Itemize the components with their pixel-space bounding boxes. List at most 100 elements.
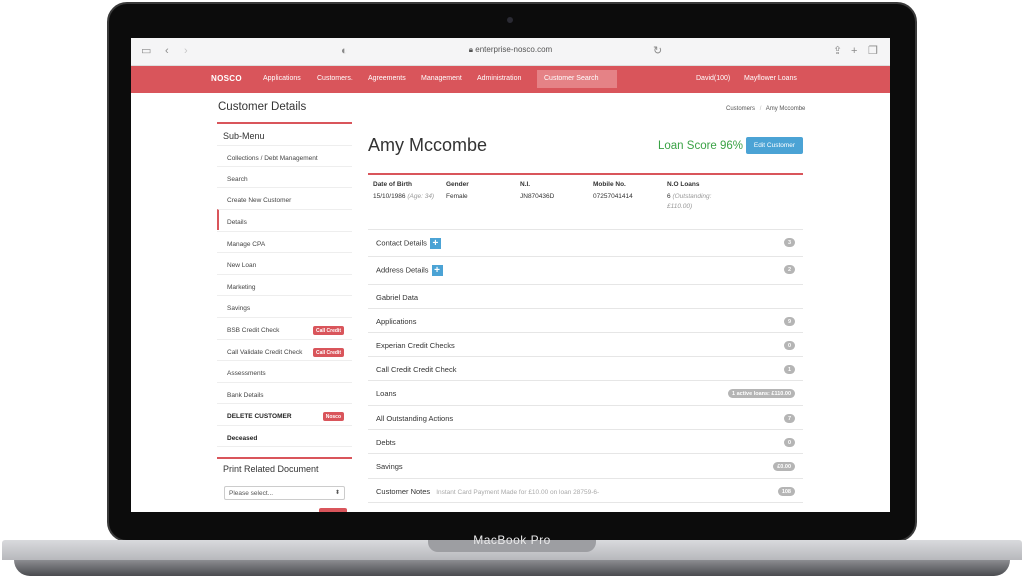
count-badge: 0 <box>783 341 795 350</box>
gender-label: Gender <box>446 181 469 188</box>
gender-field: Gender Female <box>446 181 469 202</box>
sidebar-item-assessments[interactable]: Assessments <box>217 360 352 381</box>
sidebar-item-bsb-credit-check[interactable]: BSB Credit Check Call Credit <box>217 317 352 338</box>
section-call-credit-check[interactable]: Call Credit Credit Check 1 <box>368 356 803 380</box>
outstanding-value: (Outstanding: £110.00) <box>667 193 712 210</box>
tabs-overview-icon[interactable]: ❐ <box>868 44 878 58</box>
section-loans[interactable]: Loans 1 active loans: £110.00 <box>368 380 803 405</box>
new-tab-icon[interactable]: + <box>851 44 857 58</box>
loan-score: Loan Score 96% <box>658 140 744 152</box>
count-badge: 7 <box>783 414 795 423</box>
nav-customers[interactable]: Customers. <box>317 75 353 82</box>
sidebar-item-deceased[interactable]: Deceased <box>217 425 352 447</box>
sidebar-item-label: New Loan <box>227 262 257 269</box>
breadcrumb-separator: / <box>759 106 762 112</box>
section-customer-notes[interactable]: Customer Notes Instant Card Payment Made … <box>368 478 803 502</box>
count-badge: 0 <box>783 438 795 447</box>
ni-value: JN870436D <box>520 193 555 200</box>
section-outstanding-actions[interactable]: All Outstanding Actions 7 <box>368 405 803 429</box>
dob-label: Date of Birth <box>373 181 412 188</box>
mobile-field: Mobile No. 07257041414 <box>593 181 633 202</box>
nav-administration[interactable]: Administration <box>477 75 521 82</box>
loans-badge: 1 active loans: £110.00 <box>727 389 795 398</box>
sidebar-item-bank-details[interactable]: Bank Details <box>217 382 352 403</box>
sidebar-item-call-validate-credit-check[interactable]: Call Validate Credit Check Call Credit <box>217 339 352 360</box>
section-contact-details[interactable]: Contact Details + 3 <box>368 229 803 256</box>
sidebar-item-new-loan[interactable]: New Loan <box>217 252 352 273</box>
document-select[interactable]: Please select... ⬍ <box>224 486 345 500</box>
sidebar-item-label: Search <box>227 176 248 183</box>
nav-company[interactable]: Mayflower Loans <box>744 75 797 82</box>
share-icon[interactable]: ⇪ <box>833 44 842 58</box>
section-label: Loans <box>376 389 397 398</box>
sidebar-item-search[interactable]: Search <box>217 166 352 187</box>
call-credit-tag: Call Credit <box>312 348 344 357</box>
sidebar-item-collections[interactable]: Collections / Debt Management <box>217 145 352 166</box>
gender-value: Female <box>446 193 468 200</box>
sidebar-item-label: Details <box>227 219 247 226</box>
section-gabriel-data[interactable]: Gabriel Data <box>368 284 803 308</box>
ni-label: N.I. <box>520 181 531 188</box>
browser-toolbar: ▭ ‹ › ◐ 🔒︎ enterprise-nosco.com ↻ ⇪ + ❐ <box>131 38 890 66</box>
ni-field: N.I. JN870436D <box>520 181 554 202</box>
section-label: Experian Credit Checks <box>376 341 455 350</box>
loans-count-field: N.O Loans 6 (Outstanding: £110.00) <box>667 181 729 212</box>
sidebar-item-details[interactable]: Details <box>217 209 352 230</box>
customer-search-input[interactable]: Customer Search <box>537 70 617 88</box>
loans-count-value: 6 <box>667 193 671 200</box>
camera <box>507 17 513 23</box>
app-logo[interactable]: NOSCO <box>211 74 242 83</box>
section-applications[interactable]: Applications 9 <box>368 308 803 332</box>
mobile-label: Mobile No. <box>593 181 626 188</box>
address-bar[interactable]: 🔒︎ enterprise-nosco.com <box>131 45 890 55</box>
lock-icon: 🔒︎ <box>468 45 474 54</box>
breadcrumb-current: Amy Mccombe <box>765 106 806 112</box>
nav-agreements[interactable]: Agreements <box>368 75 406 82</box>
section-debts[interactable]: Debts 0 <box>368 429 803 453</box>
sidebar-item-create-new-customer[interactable]: Create New Customer <box>217 187 352 208</box>
sidebar-item-savings[interactable]: Savings <box>217 295 352 316</box>
sidebar-item-label: Marketing <box>227 284 256 291</box>
divider <box>217 122 352 124</box>
section-label: Debts <box>376 438 396 447</box>
top-navbar: NOSCO Applications Customers. Agreements… <box>131 66 890 93</box>
add-contact-icon[interactable]: + <box>429 238 441 249</box>
call-credit-tag: Call Credit <box>312 326 344 335</box>
sidebar-item-label: Manage CPA <box>227 241 266 248</box>
laptop-base: MacBook Pro <box>0 533 1024 576</box>
dob-field: Date of Birth 15/10/1986 (Age: 34) <box>373 181 435 202</box>
mobile-value: 07257041414 <box>593 193 633 200</box>
nosco-tag: Nosco <box>322 412 344 421</box>
add-address-icon[interactable]: + <box>431 265 443 276</box>
dob-value: 15/10/1986 <box>373 193 406 200</box>
nav-applications[interactable]: Applications <box>263 75 301 82</box>
nav-management[interactable]: Management <box>421 75 462 82</box>
screen: ▭ ‹ › ◐ 🔒︎ enterprise-nosco.com ↻ ⇪ + ❐ … <box>131 38 890 512</box>
section-label: Gabriel Data <box>376 293 419 302</box>
sidebar-item-delete-customer[interactable]: DELETE CUSTOMER Nosco <box>217 403 352 424</box>
nav-user[interactable]: David(100) <box>696 75 730 82</box>
customer-name: Amy Mccombe <box>368 135 488 155</box>
section-label: Address Details <box>376 265 429 275</box>
sidebar-item-marketing[interactable]: Marketing <box>217 274 352 295</box>
section-savings[interactable]: Savings £0.00 <box>368 453 803 478</box>
section-label: All Outstanding Actions <box>376 414 454 423</box>
latest-note-preview: Instant Card Payment Made for £10.00 on … <box>436 489 600 496</box>
reload-icon[interactable]: ↻ <box>653 44 662 58</box>
sidebar-item-manage-cpa[interactable]: Manage CPA <box>217 231 352 252</box>
section-experian-credit-checks[interactable]: Experian Credit Checks 0 <box>368 332 803 356</box>
section-next[interactable] <box>368 502 803 512</box>
count-badge: 2 <box>783 265 795 274</box>
sidebar-item-label: Create New Customer <box>227 197 292 204</box>
divider <box>217 457 352 459</box>
age-value: (Age: 34) <box>407 193 435 200</box>
edit-customer-button[interactable]: Edit Customer <box>746 137 803 154</box>
count-badge: 3 <box>783 238 795 247</box>
page-content: Customer Details Sub-Menu Collections / … <box>131 93 890 512</box>
section-address-details[interactable]: Address Details + 2 <box>368 256 803 284</box>
print-button[interactable] <box>319 508 347 512</box>
breadcrumb-customers[interactable]: Customers <box>726 106 755 112</box>
divider <box>368 173 803 175</box>
section-label: Customer Notes <box>376 487 431 496</box>
device-brand: MacBook Pro <box>473 533 551 547</box>
